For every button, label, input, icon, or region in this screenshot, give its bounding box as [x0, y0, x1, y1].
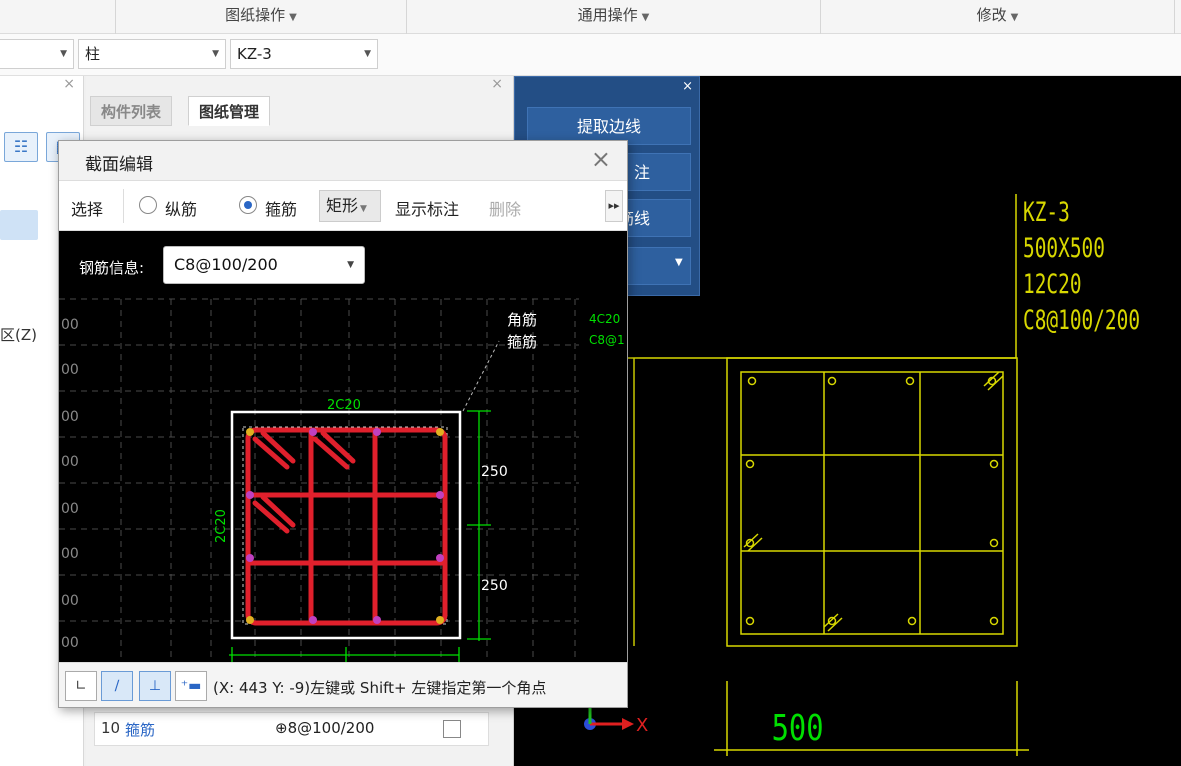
ribbon-spacer — [0, 0, 116, 34]
modify-label: 修改 — [976, 6, 1007, 24]
section-drawing: 00 00 00 00 00 00 00 00 角筋 箍筋 4C20 C8@1 … — [59, 298, 625, 662]
nav-selected-item[interactable] — [0, 210, 38, 240]
close-icon[interactable]: × — [63, 76, 75, 92]
cad-label-line: 12C20 — [1023, 268, 1082, 300]
line-draw-icon[interactable]: ∕ — [101, 671, 133, 701]
nav-item-label[interactable]: 区(Z) — [0, 324, 37, 345]
grid-label: 00 — [61, 362, 79, 378]
rebar-info-label: 钢筋信息: — [79, 259, 145, 277]
row-index: 10 — [101, 719, 121, 737]
section-canvas[interactable]: 00 00 00 00 00 00 00 00 角筋 箍筋 4C20 C8@1 … — [59, 231, 627, 662]
stirrup-red-lines — [245, 427, 448, 626]
cad-rebar-dots — [745, 376, 999, 626]
dialog-titlebar[interactable]: 截面编辑 × — [59, 141, 627, 181]
row-checkbox[interactable] — [443, 720, 461, 738]
dimension-label: 250 — [481, 464, 508, 480]
dimension-label: 250 — [481, 578, 508, 594]
grid-label: 00 — [61, 454, 79, 470]
category-select[interactable]: 柱 ▼ — [78, 39, 226, 69]
rebar-info-select[interactable]: C8@100/200 ▼ — [163, 246, 365, 284]
component-select-value: KZ-3 — [237, 45, 272, 63]
general-ops-label: 通用操作 — [577, 6, 638, 24]
chevron-down-icon: ▼ — [212, 49, 219, 59]
selector-bar: ▼ 柱 ▼ KZ-3 ▼ — [0, 34, 1181, 76]
general-ops-menu[interactable]: 通用操作 ▼ — [407, 0, 821, 34]
list-view-icon[interactable]: ☷ — [4, 132, 38, 162]
leader-line — [462, 340, 500, 412]
cad-column-outline — [726, 357, 1018, 647]
shape-select[interactable]: 矩形 ▼ — [319, 190, 381, 222]
drawing-ops-menu[interactable]: 图纸操作 ▼ — [116, 0, 407, 34]
chevron-down-icon[interactable]: ▼ — [675, 257, 683, 268]
drawing-ops-label: 图纸操作 — [225, 6, 286, 24]
ribbon-group-bar: 图纸操作 ▼ 通用操作 ▼ 修改 ▼ — [0, 0, 1181, 34]
show-dimension-button[interactable]: 显示标注 — [395, 196, 459, 220]
chevron-down-icon: ▼ — [360, 204, 367, 214]
floor-select[interactable]: ▼ — [0, 39, 74, 69]
grid-lines — [59, 298, 579, 662]
chevron-down-icon: ▼ — [1010, 12, 1019, 23]
svg-text:X: X — [636, 715, 648, 736]
perpendicular-icon[interactable]: ⊥ — [139, 671, 171, 701]
category-select-value: 柱 — [85, 45, 101, 63]
chevron-down-icon: ▼ — [347, 260, 354, 270]
cad-bottom-dimension: 500 — [772, 707, 824, 749]
tab-component-list[interactable]: 构件列表 — [90, 96, 173, 126]
grid-label: 00 — [61, 317, 79, 333]
orthogonal-snap-icon[interactable]: ∟ — [65, 671, 97, 701]
chevron-down-icon: ▼ — [60, 49, 67, 59]
shape-select-value: 矩形 — [326, 196, 359, 215]
grid-label: 00 — [61, 593, 79, 609]
delete-button[interactable]: 删除 — [489, 196, 521, 220]
grid-label: 00 — [61, 635, 79, 651]
side-note: C8@1 — [589, 333, 625, 347]
toolbar-overflow-icon[interactable]: ▸▸ — [605, 190, 623, 222]
stirrup-rebar-label: 箍筋 — [507, 333, 537, 351]
add-point-icon[interactable]: ⁺▬ — [175, 671, 207, 701]
chevron-down-icon: ▼ — [289, 12, 297, 23]
axis-origin-icon: X — [584, 708, 648, 736]
chevron-down-icon: ▼ — [641, 12, 650, 23]
stirrup-label[interactable]: 箍筋 — [265, 196, 297, 220]
grid-label: 00 — [61, 501, 79, 517]
row-name[interactable]: 箍筋 — [125, 719, 155, 740]
stirrup-radio[interactable] — [239, 196, 257, 214]
cad-label-line: 500X500 — [1023, 232, 1105, 264]
dialog-status-bar: ∟ ∕ ⊥ ⁺▬ (X: 443 Y: -9)左键或 Shift+ 左键指定第一… — [59, 662, 627, 707]
toolbar-divider — [123, 189, 124, 223]
longitudinal-radio[interactable] — [139, 196, 157, 214]
cad-label-line: C8@100/200 — [1023, 304, 1140, 336]
status-prompt: (X: 443 Y: -9)左键或 Shift+ 左键指定第一个角点 — [213, 679, 547, 697]
grid-label: 00 — [61, 546, 79, 562]
side-rebar-label: 2C20 — [214, 509, 229, 543]
close-icon[interactable]: × — [682, 79, 693, 94]
select-tool[interactable]: 选择 — [71, 196, 103, 220]
section-edit-dialog: 截面编辑 × 选择 纵筋 箍筋 矩形 ▼ 显示标注 删除 ▸▸ 00 00 00 … — [58, 140, 628, 708]
table-row[interactable]: 10 箍筋 ⊕8@100/200 — [94, 712, 489, 746]
row-value[interactable]: ⊕8@100/200 — [275, 719, 374, 737]
grid-label: 00 — [61, 409, 79, 425]
close-icon[interactable]: × — [491, 76, 503, 92]
dialog-toolbar: 选择 纵筋 箍筋 矩形 ▼ 显示标注 删除 ▸▸ — [59, 181, 627, 231]
chevron-down-icon: ▼ — [364, 49, 371, 59]
modify-menu[interactable]: 修改 ▼ — [821, 0, 1175, 34]
longitudinal-label[interactable]: 纵筋 — [165, 196, 197, 220]
close-icon[interactable]: × — [591, 145, 611, 173]
dialog-title: 截面编辑 — [85, 155, 153, 175]
cad-stirrup-outline — [740, 371, 1004, 635]
cad-label-line: KZ-3 — [1023, 196, 1070, 228]
component-select[interactable]: KZ-3 ▼ — [230, 39, 378, 69]
rebar-info-value: C8@100/200 — [174, 255, 278, 274]
corner-rebar-label: 角筋 — [507, 311, 537, 329]
tab-drawing-management[interactable]: 图纸管理 — [188, 96, 271, 126]
side-note: 4C20 — [589, 312, 620, 326]
